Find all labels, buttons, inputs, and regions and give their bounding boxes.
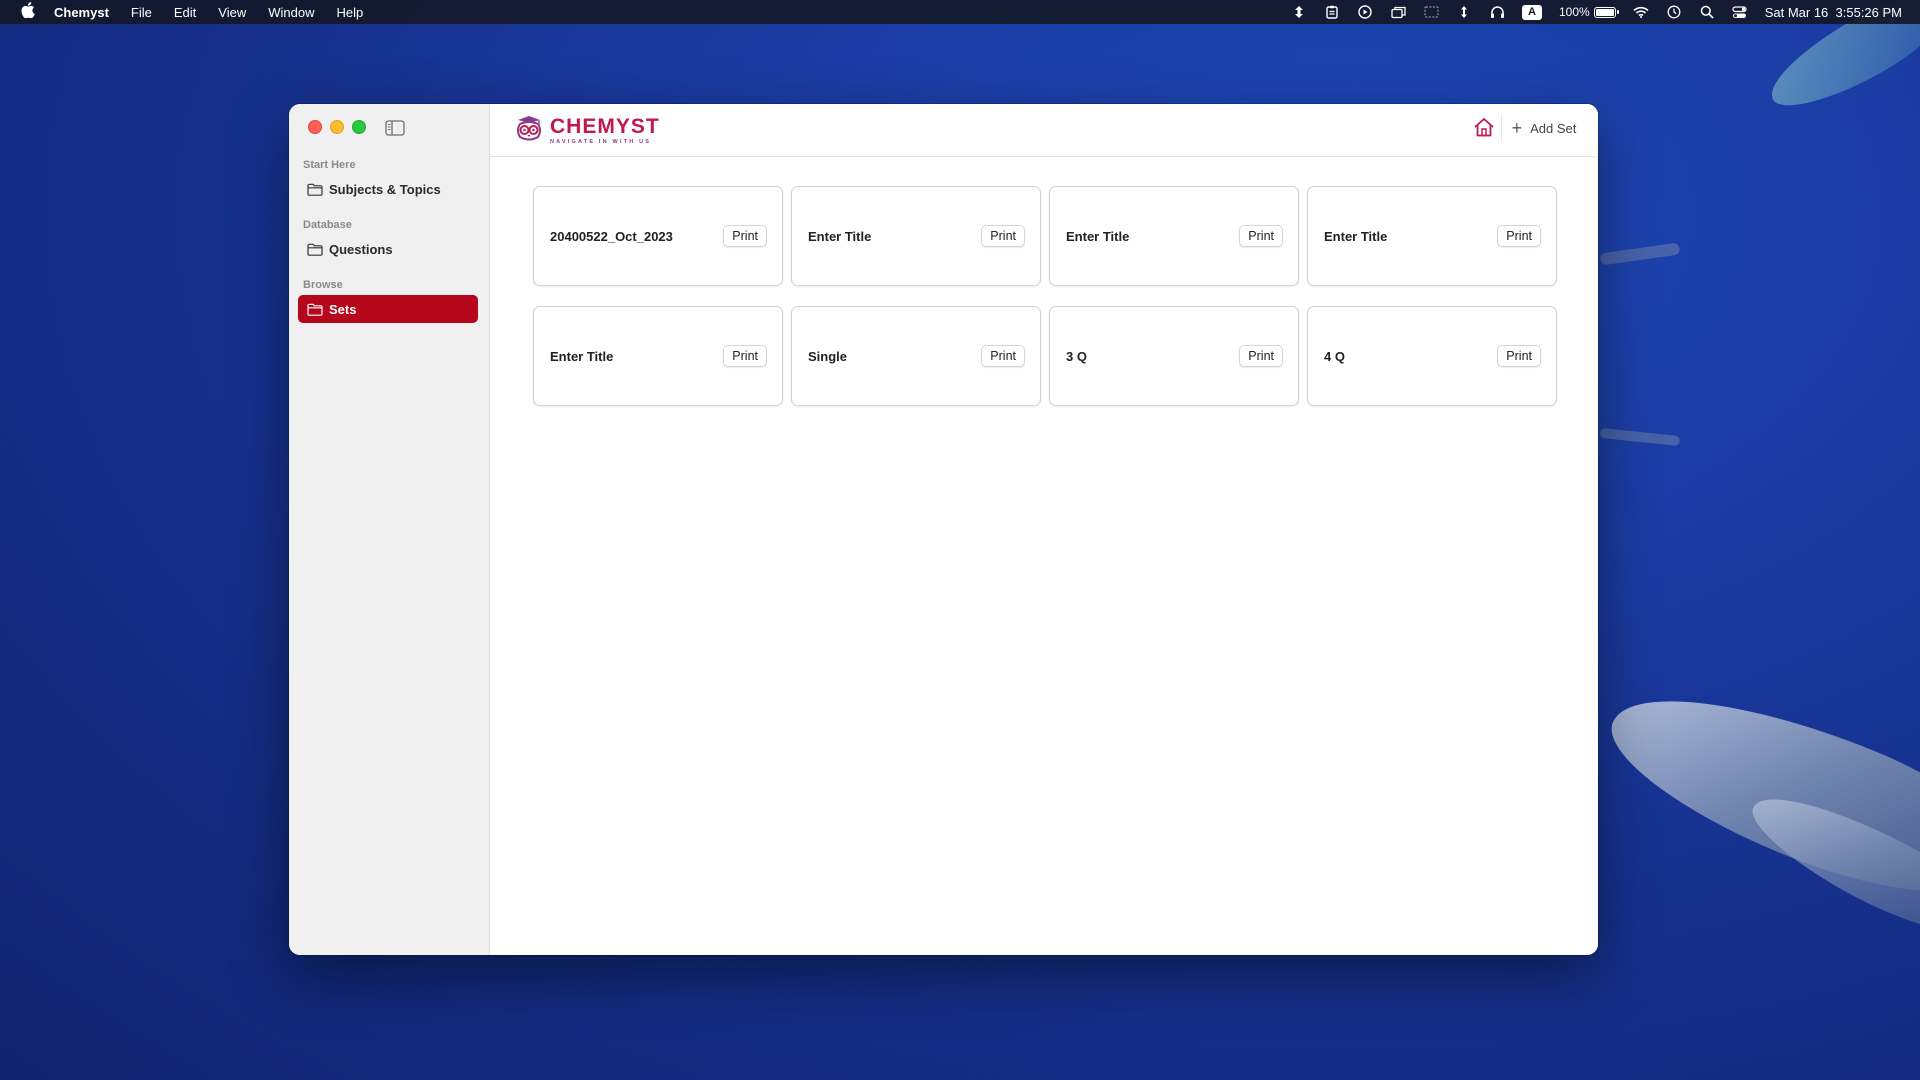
chemyst-logo: CHEMYST NAVIGATE IN WITH US — [514, 114, 660, 147]
battery-percent: 100% — [1559, 5, 1590, 19]
spotlight-search-icon[interactable] — [1699, 5, 1715, 19]
zoom-window-button[interactable] — [352, 120, 366, 134]
clock-icon[interactable] — [1666, 5, 1682, 19]
control-center-icon[interactable] — [1732, 5, 1748, 19]
print-button[interactable]: Print — [1497, 225, 1541, 247]
sync-icon[interactable] — [1291, 5, 1307, 19]
toolbar: CHEMYST NAVIGATE IN WITH US + Add Set — [490, 104, 1598, 157]
folder-icon — [307, 183, 323, 196]
set-card[interactable]: 4 Q Print — [1307, 306, 1557, 406]
print-button[interactable]: Print — [723, 225, 767, 247]
menu-bar: Chemyst File Edit View Window Help A 100 — [0, 0, 1920, 24]
home-button[interactable] — [1472, 117, 1496, 142]
menu-help[interactable]: Help — [336, 5, 363, 20]
menu-file[interactable]: File — [131, 5, 152, 20]
sidebar-toggle-icon[interactable] — [385, 120, 405, 136]
logo-tagline: NAVIGATE IN WITH US — [550, 139, 652, 145]
add-set-button[interactable]: + Add Set — [1501, 114, 1586, 142]
folder-icon — [307, 303, 323, 316]
window-controls — [308, 120, 366, 134]
sidebar-item-label: Sets — [329, 301, 357, 317]
menu-window[interactable]: Window — [268, 5, 314, 20]
print-button[interactable]: Print — [1497, 345, 1541, 367]
wallpaper-dolphin-fin — [1599, 242, 1681, 266]
logo-wordmark: CHEMYST — [550, 115, 660, 138]
main-content: CHEMYST NAVIGATE IN WITH US + Add Set 20… — [490, 104, 1598, 955]
set-title: 4 Q — [1324, 348, 1345, 364]
set-card[interactable]: 3 Q Print — [1049, 306, 1299, 406]
sidebar-item-questions[interactable]: Questions — [298, 235, 478, 263]
set-card[interactable]: 20400522_Oct_2023 Print — [533, 186, 783, 286]
set-title: Enter Title — [1324, 228, 1388, 244]
set-title: Enter Title — [808, 228, 872, 244]
menu-view[interactable]: View — [218, 5, 246, 20]
set-card[interactable]: Enter Title Print — [533, 306, 783, 406]
sidebar-item-subjects-topics[interactable]: Subjects & Topics — [298, 175, 478, 203]
sidebar-section-database: Database — [303, 219, 352, 231]
set-title: Enter Title — [1066, 228, 1130, 244]
battery-icon — [1593, 6, 1619, 18]
folder-icon — [307, 243, 323, 256]
clipboard-icon[interactable] — [1324, 5, 1340, 19]
sets-grid: 20400522_Oct_2023 Print Enter Title Prin… — [533, 186, 1557, 406]
set-card[interactable]: Single Print — [791, 306, 1041, 406]
window-icon[interactable] — [1390, 5, 1406, 19]
owl-logo-icon — [514, 114, 544, 147]
arrow-updown-icon[interactable] — [1456, 5, 1472, 19]
sidebar-section-start-here: Start Here — [303, 159, 356, 171]
set-title: Enter Title — [550, 348, 614, 364]
play-icon[interactable] — [1357, 5, 1373, 19]
menubar-datetime[interactable]: Sat Mar 16 3:55:26 PM — [1765, 5, 1902, 20]
close-window-button[interactable] — [308, 120, 322, 134]
apple-menu-icon[interactable] — [18, 2, 38, 22]
wifi-icon[interactable] — [1633, 5, 1649, 19]
set-card[interactable]: Enter Title Print — [791, 186, 1041, 286]
battery-status[interactable]: 100% — [1559, 5, 1619, 19]
print-button[interactable]: Print — [723, 345, 767, 367]
minimize-window-button[interactable] — [330, 120, 344, 134]
wallpaper-dolphin-fin — [1599, 427, 1681, 447]
sidebar: Start Here Subjects & Topics Database Qu… — [289, 104, 490, 955]
headphones-icon[interactable] — [1489, 5, 1505, 19]
set-title: 3 Q — [1066, 348, 1087, 364]
home-icon — [1473, 117, 1495, 142]
set-title: 20400522_Oct_2023 — [550, 228, 673, 244]
keyboard-input-icon[interactable]: A — [1522, 4, 1542, 20]
print-button[interactable]: Print — [1239, 345, 1283, 367]
plus-icon: + — [1511, 118, 1523, 138]
app-window: Start Here Subjects & Topics Database Qu… — [289, 104, 1598, 955]
sidebar-section-browse: Browse — [303, 279, 343, 291]
sidebar-item-label: Questions — [329, 241, 393, 257]
set-card[interactable]: Enter Title Print — [1049, 186, 1299, 286]
menu-app-name[interactable]: Chemyst — [54, 5, 109, 20]
sidebar-item-sets[interactable]: Sets — [298, 295, 478, 323]
battery-level-fill — [1595, 8, 1614, 16]
sidebar-item-label: Subjects & Topics — [329, 181, 441, 197]
screen-icon[interactable] — [1423, 5, 1439, 19]
set-card[interactable]: Enter Title Print — [1307, 186, 1557, 286]
print-button[interactable]: Print — [981, 225, 1025, 247]
print-button[interactable]: Print — [1239, 225, 1283, 247]
menu-edit[interactable]: Edit — [174, 5, 196, 20]
add-set-label: Add Set — [1530, 120, 1577, 136]
print-button[interactable]: Print — [981, 345, 1025, 367]
set-title: Single — [808, 348, 848, 364]
